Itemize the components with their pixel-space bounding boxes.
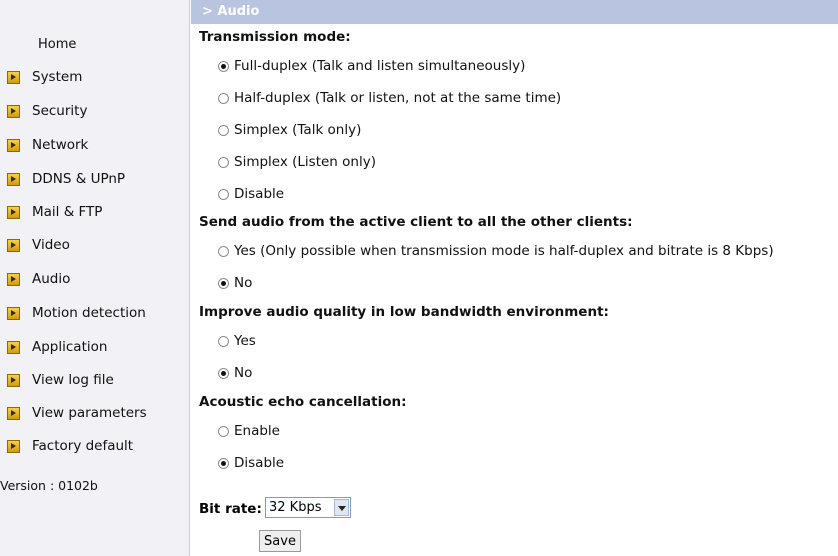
sidebar-item-label: Mail & FTP xyxy=(32,204,103,220)
main-content: > Audio Transmission mode: Full-duplex (… xyxy=(191,0,838,556)
sidebar-item-ddns-upnp[interactable]: DDNS & UPnP xyxy=(0,166,190,192)
sidebar-item-label: View log file xyxy=(32,372,114,388)
transmission-mode-label: Transmission mode: xyxy=(199,29,351,45)
sidebar-item-label: System xyxy=(32,69,83,85)
sidebar-item-security[interactable]: Security xyxy=(0,98,190,124)
sidebar-item-view-parameters[interactable]: View parameters xyxy=(0,400,190,426)
arrow-icon xyxy=(7,70,20,84)
arrow-icon xyxy=(7,373,20,387)
bitrate-select[interactable]: 32 Kbps xyxy=(265,497,351,518)
page-title: > Audio xyxy=(191,0,838,24)
transmission-option-full-duplex[interactable]: Full-duplex (Talk and listen simultaneou… xyxy=(218,58,525,74)
improve-audio-label: Improve audio quality in low bandwidth e… xyxy=(199,304,609,320)
arrow-icon xyxy=(7,138,20,152)
radio-button[interactable] xyxy=(218,277,229,289)
improve-audio-option-yes[interactable]: Yes xyxy=(218,333,256,349)
arrow-icon xyxy=(7,172,20,186)
sidebar: Home System Security Network DDNS & UPnP… xyxy=(0,0,190,556)
sidebar-item-motion-detection[interactable]: Motion detection xyxy=(0,300,190,326)
arrow-icon xyxy=(7,439,20,453)
radio-button[interactable] xyxy=(218,425,229,437)
improve-audio-option-no[interactable]: No xyxy=(218,365,252,381)
send-audio-option-no[interactable]: No xyxy=(218,275,252,291)
radio-button[interactable] xyxy=(218,188,229,200)
arrow-icon xyxy=(7,272,20,286)
chevron-down-icon[interactable] xyxy=(334,499,349,516)
bitrate-label: Bit rate: xyxy=(199,501,262,517)
sidebar-item-label: Application xyxy=(32,339,108,355)
echo-cancellation-label: Acoustic echo cancellation: xyxy=(199,394,407,410)
arrow-icon xyxy=(7,306,20,320)
save-button[interactable]: Save xyxy=(259,530,301,552)
echo-option-enable[interactable]: Enable xyxy=(218,423,280,439)
sidebar-item-mail-ftp[interactable]: Mail & FTP xyxy=(0,199,190,225)
transmission-option-half-duplex[interactable]: Half-duplex (Talk or listen, not at the … xyxy=(218,90,561,106)
version-label: Version : 0102b xyxy=(0,478,98,493)
sidebar-item-factory-default[interactable]: Factory default xyxy=(0,433,190,459)
arrow-icon xyxy=(7,238,20,252)
sidebar-item-network[interactable]: Network xyxy=(0,132,190,158)
sidebar-item-label: DDNS & UPnP xyxy=(32,171,126,187)
radio-button[interactable] xyxy=(218,156,229,168)
sidebar-item-video[interactable]: Video xyxy=(0,232,190,258)
sidebar-item-view-log-file[interactable]: View log file xyxy=(0,367,190,393)
sidebar-item-label: Factory default xyxy=(32,438,134,454)
sidebar-item-audio[interactable]: Audio xyxy=(0,266,190,292)
radio-button[interactable] xyxy=(218,60,229,72)
sidebar-item-application[interactable]: Application xyxy=(0,334,190,360)
radio-button[interactable] xyxy=(218,367,229,379)
transmission-option-simplex-talk[interactable]: Simplex (Talk only) xyxy=(218,122,361,138)
sidebar-item-system[interactable]: System xyxy=(0,64,190,90)
arrow-icon xyxy=(7,340,20,354)
radio-button[interactable] xyxy=(218,245,229,257)
arrow-icon xyxy=(7,104,20,118)
radio-button[interactable] xyxy=(218,335,229,347)
echo-option-disable[interactable]: Disable xyxy=(218,455,284,471)
sidebar-item-label: Video xyxy=(32,237,70,253)
arrow-icon xyxy=(7,205,20,219)
radio-button[interactable] xyxy=(218,457,229,469)
send-audio-option-yes[interactable]: Yes (Only possible when transmission mod… xyxy=(218,243,774,259)
radio-button[interactable] xyxy=(218,92,229,104)
sidebar-item-label: Security xyxy=(32,103,88,119)
transmission-option-simplex-listen[interactable]: Simplex (Listen only) xyxy=(218,154,376,170)
sidebar-item-label: View parameters xyxy=(32,405,147,421)
sidebar-item-home[interactable]: Home xyxy=(38,37,76,52)
radio-button[interactable] xyxy=(218,124,229,136)
arrow-icon xyxy=(7,406,20,420)
transmission-option-disable[interactable]: Disable xyxy=(218,186,284,202)
send-audio-label: Send audio from the active client to all… xyxy=(199,214,633,230)
sidebar-item-label: Network xyxy=(32,137,89,153)
bitrate-value: 32 Kbps xyxy=(269,500,322,515)
sidebar-item-label: Motion detection xyxy=(32,305,146,321)
sidebar-item-label: Audio xyxy=(32,271,71,287)
